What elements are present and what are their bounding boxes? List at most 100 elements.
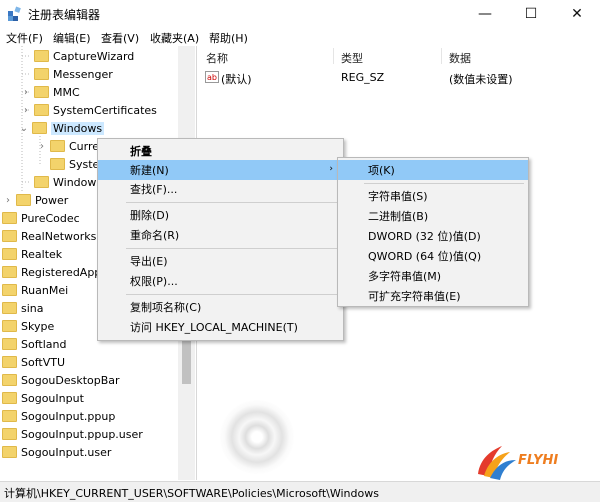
status-bar: 计算机\HKEY_CURRENT_USER\SOFTWARE\Policies\…: [0, 481, 600, 502]
menu-separator: [126, 248, 338, 249]
minimize-button[interactable]: —: [462, 0, 508, 28]
folder-icon: [50, 158, 65, 170]
tree-item[interactable]: Softland: [2, 335, 66, 353]
tree-item[interactable]: › Curre: [36, 137, 99, 155]
menu-item-rename[interactable]: 重命名(R): [98, 225, 343, 245]
tree-item[interactable]: SogouInput.ppup.user: [2, 425, 143, 443]
tree-item[interactable]: › Power: [2, 191, 68, 209]
chevron-right-icon: ›: [329, 164, 333, 174]
folder-icon: [34, 68, 49, 80]
folder-icon: [2, 356, 17, 368]
tree-item[interactable]: sina: [2, 299, 44, 317]
folder-icon: [2, 230, 17, 242]
submenu-item-binary-value[interactable]: 二进制值(B): [338, 206, 528, 226]
menu-item-export[interactable]: 导出(E): [98, 251, 343, 271]
folder-icon: [2, 212, 17, 224]
watermark-text: FLYHI: [518, 453, 558, 468]
tree-item[interactable]: Messenger: [34, 65, 113, 83]
folder-icon: [2, 266, 17, 278]
menu-item-permissions[interactable]: 权限(P)...: [98, 271, 343, 291]
status-path: 计算机\HKEY_CURRENT_USER\SOFTWARE\Policies\…: [4, 487, 379, 500]
maximize-button[interactable]: ☐: [508, 0, 554, 28]
decorative-swirl: [220, 400, 294, 474]
tree-item[interactable]: SogouInput.ppup: [2, 407, 115, 425]
folder-icon: [50, 140, 65, 152]
menu-item-collapse[interactable]: 折叠: [98, 141, 343, 161]
watermark-logo: FLYHI: [478, 446, 558, 480]
string-value-icon: ab: [205, 71, 219, 83]
column-divider[interactable]: [441, 48, 442, 64]
chevron-right-icon[interactable]: ›: [20, 105, 32, 116]
folder-icon: [2, 410, 17, 422]
column-header-data[interactable]: 数据: [449, 50, 471, 66]
tree-item[interactable]: SogouDesktopBar: [2, 371, 120, 389]
tree-item[interactable]: CaptureWizard: [34, 47, 134, 65]
menu-file[interactable]: 文件(F): [6, 30, 43, 46]
menu-item-copy-key-name[interactable]: 复制项名称(C): [98, 297, 343, 317]
column-header-name[interactable]: 名称: [206, 50, 228, 66]
menu-separator: [126, 202, 338, 203]
menu-item-new[interactable]: 新建(N) ›: [98, 160, 343, 180]
folder-icon: [32, 122, 47, 134]
value-data: (数值未设置): [449, 73, 513, 86]
registry-editor-icon: [8, 6, 21, 21]
title-bar: 注册表编辑器 — ☐ ✕: [0, 0, 600, 28]
tree-item[interactable]: RegisteredAppl: [2, 263, 104, 281]
folder-icon: [34, 104, 49, 116]
context-menu: 折叠 新建(N) › 查找(F)... 删除(D) 重命名(R) 导出(E) 权限…: [97, 138, 344, 341]
chevron-right-icon[interactable]: ›: [36, 141, 48, 152]
menu-help[interactable]: 帮助(H): [209, 30, 248, 46]
value-name[interactable]: (默认): [221, 71, 252, 87]
submenu-item-multi-string-value[interactable]: 多字符串值(M): [338, 266, 528, 286]
menu-favorites[interactable]: 收藏夹(A): [150, 30, 199, 46]
new-submenu: 项(K) 字符串值(S) 二进制值(B) DWORD (32 位)值(D) QW…: [337, 157, 529, 307]
close-button[interactable]: ✕: [554, 0, 600, 28]
tree-item[interactable]: Skype: [2, 317, 54, 335]
tree-item[interactable]: SoftVTU: [2, 353, 65, 371]
tree-item[interactable]: SogouInput: [2, 389, 84, 407]
chevron-down-icon[interactable]: ⌄: [18, 123, 30, 134]
menu-bar: 文件(F) 编辑(E) 查看(V) 收藏夹(A) 帮助(H): [0, 28, 600, 46]
menu-separator: [126, 294, 338, 295]
menu-item-goto-hklm[interactable]: 访问 HKEY_LOCAL_MACHINE(T): [98, 317, 343, 337]
folder-icon: [2, 446, 17, 458]
submenu-item-expandable-string-value[interactable]: 可扩充字符串值(E): [338, 286, 528, 306]
folder-icon: [2, 338, 17, 350]
folder-icon: [2, 392, 17, 404]
chevron-right-icon[interactable]: ›: [2, 195, 14, 206]
folder-icon: [2, 428, 17, 440]
folder-icon: [16, 194, 31, 206]
folder-icon: [34, 50, 49, 62]
submenu-item-qword-value[interactable]: QWORD (64 位)值(Q): [338, 246, 528, 266]
folder-icon: [2, 374, 17, 386]
submenu-item-key[interactable]: 项(K): [338, 160, 528, 180]
tree-item[interactable]: PureCodec: [2, 209, 80, 227]
menu-edit[interactable]: 编辑(E): [53, 30, 91, 46]
menu-item-delete[interactable]: 删除(D): [98, 205, 343, 225]
window-title: 注册表编辑器: [28, 8, 101, 22]
folder-icon: [2, 248, 17, 260]
tree-item[interactable]: RealNetworks: [2, 227, 96, 245]
tree-item[interactable]: Syster: [50, 155, 104, 173]
tree-item[interactable]: RuanMei: [2, 281, 68, 299]
tree-item[interactable]: Realtek: [2, 245, 62, 263]
value-type: REG_SZ: [341, 71, 385, 84]
column-header-type[interactable]: 类型: [341, 50, 363, 66]
menu-view[interactable]: 查看(V): [101, 30, 139, 46]
folder-icon: [34, 176, 49, 188]
menu-item-find[interactable]: 查找(F)...: [98, 179, 343, 199]
menu-separator: [364, 183, 524, 184]
tree-item[interactable]: SogouInput.user: [2, 443, 111, 461]
folder-icon: [2, 284, 17, 296]
folder-icon: [2, 302, 17, 314]
submenu-item-string-value[interactable]: 字符串值(S): [338, 186, 528, 206]
tree-item[interactable]: › SystemCertificates: [20, 101, 157, 119]
tree-item[interactable]: › MMC: [20, 83, 80, 101]
chevron-right-icon[interactable]: ›: [20, 87, 32, 98]
folder-icon: [34, 86, 49, 98]
column-divider[interactable]: [333, 48, 334, 64]
folder-icon: [2, 320, 17, 332]
tree-item[interactable]: Windows: [34, 173, 102, 191]
submenu-item-dword-value[interactable]: DWORD (32 位)值(D): [338, 226, 528, 246]
tree-item-selected[interactable]: ⌄ Windows: [18, 119, 105, 137]
